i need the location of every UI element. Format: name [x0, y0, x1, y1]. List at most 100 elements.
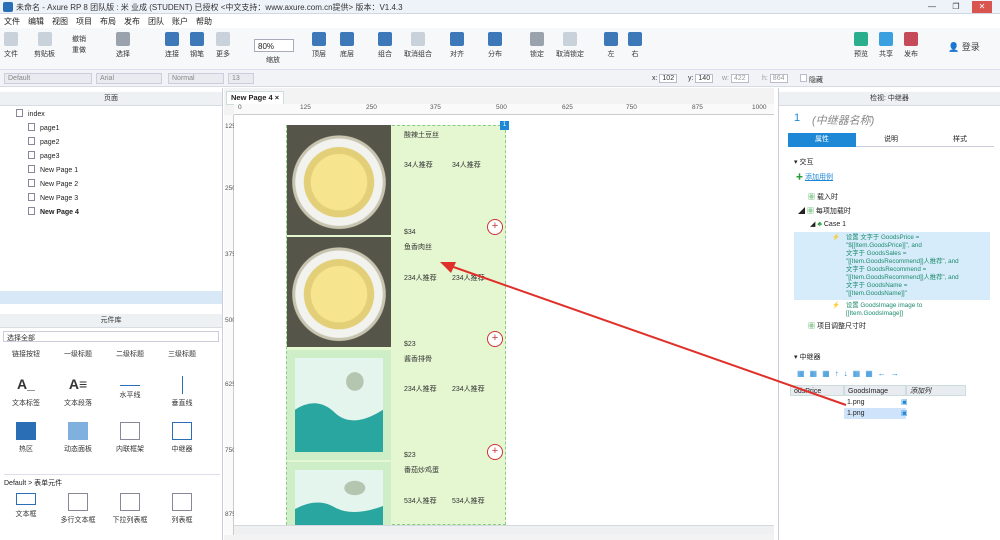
align-button[interactable]: 对齐 — [450, 32, 464, 59]
widget-repeater[interactable]: 中继器 — [158, 422, 206, 454]
data-cell[interactable]: 1.png — [844, 397, 906, 408]
menu-item[interactable]: 布局 — [96, 14, 120, 27]
align-left-button[interactable]: 左 — [604, 32, 618, 59]
minimize-icon[interactable]: — — [922, 1, 942, 13]
widget-dropdown[interactable]: 下拉列表框 — [106, 493, 154, 525]
event-resize[interactable]: ▦ 项目调整尺寸时 — [808, 321, 866, 331]
more-button[interactable]: 更多 — [216, 32, 230, 59]
menu-item[interactable]: 账户 — [168, 14, 192, 27]
widget-link-button[interactable]: 链接按钮 — [2, 349, 50, 359]
menu-item[interactable]: 视图 — [48, 14, 72, 27]
page-item[interactable]: page1 — [28, 123, 59, 132]
publish-button[interactable]: 发布 — [904, 32, 918, 59]
library-filter-select[interactable]: 选择全部 — [3, 331, 219, 342]
goods-image[interactable] — [287, 237, 391, 347]
goods-image[interactable] — [287, 125, 391, 235]
font-select[interactable]: Arial — [96, 73, 162, 84]
align-right-button[interactable]: 右 — [628, 32, 642, 59]
widget-name-field[interactable]: (中继器名称) — [812, 112, 874, 128]
size-select[interactable]: 13 — [228, 73, 254, 84]
widget-textarea[interactable]: 多行文本框 — [54, 493, 102, 525]
add-icon[interactable]: + — [487, 331, 503, 347]
action-set-image[interactable]: 设置 GoodsImage image to — [846, 302, 922, 310]
menu-item[interactable]: 项目 — [72, 14, 96, 27]
widget-inline-frame[interactable]: 内联框架 — [106, 422, 154, 454]
repeater-section[interactable]: ▾ 中继器 — [794, 352, 820, 362]
widget-vline[interactable]: 垂直线 — [158, 376, 206, 408]
group-button[interactable]: 组合 — [378, 32, 392, 59]
column-header[interactable]: GoodsImage — [844, 385, 906, 396]
menu-item[interactable]: 文件 — [0, 14, 24, 27]
add-column-header[interactable]: 添加列 — [906, 385, 966, 396]
interaction-section[interactable]: ▾ 交互 — [794, 157, 813, 167]
widget-text-label[interactable]: A_ 文本标签 — [2, 376, 50, 408]
page-item[interactable]: New Page 2 — [28, 179, 78, 188]
login-button[interactable]: 👤 登录 — [948, 40, 980, 53]
pen-button[interactable]: 钢笔 — [190, 32, 204, 59]
page-item[interactable]: New Page 1 — [28, 165, 78, 174]
goods-image-placeholder[interactable] — [287, 350, 391, 460]
widget-textbox[interactable]: 文本框 — [2, 493, 50, 519]
h-field[interactable]: h: 864 — [762, 74, 788, 83]
event-item-loaded[interactable]: ◢ ▦ 每项加载时 — [798, 206, 851, 216]
widget-h2[interactable]: 二级标题 — [106, 349, 154, 359]
tab-notes[interactable]: 说明 — [857, 133, 925, 147]
page-item[interactable]: page3 — [28, 151, 59, 160]
send-bottom-button[interactable]: 底层 — [340, 32, 354, 59]
horizontal-scrollbar[interactable] — [234, 525, 774, 534]
zoom-select[interactable]: 80% — [254, 39, 294, 52]
event-onload[interactable]: ▦ 载入时 — [808, 192, 838, 202]
menu-item[interactable]: 团队 — [144, 14, 168, 27]
ungroup-button[interactable]: 取消组合 — [404, 32, 432, 59]
menu-item[interactable]: 编辑 — [24, 14, 48, 27]
file-button[interactable]: 文件 — [4, 32, 18, 59]
clipboard-button[interactable]: 剪贴板 — [34, 32, 55, 59]
goods-image-placeholder[interactable] — [287, 462, 391, 530]
hide-checkbox[interactable]: 隐藏 — [800, 74, 823, 85]
add-icon[interactable]: + — [487, 444, 503, 460]
widget-listbox[interactable]: 列表框 — [158, 493, 206, 525]
menu-item[interactable]: 发布 — [120, 14, 144, 27]
weight-select[interactable]: Normal — [168, 73, 224, 84]
redo-button[interactable]: 重做 — [72, 45, 86, 55]
share-button[interactable]: 共享 — [879, 32, 893, 59]
bring-top-button[interactable]: 顶层 — [312, 32, 326, 59]
repeater-tools-icons[interactable]: ▦▦▦↑↓▦▦←→ — [797, 369, 947, 378]
form-widgets-section[interactable]: Default > 表单元件 — [4, 474, 220, 488]
maximize-icon[interactable]: ❐ — [946, 1, 966, 13]
add-icon[interactable]: + — [487, 219, 503, 235]
unlock-button[interactable]: 取消锁定 — [556, 32, 584, 59]
menu-item[interactable]: 帮助 — [192, 14, 216, 27]
page-tree-root[interactable]: index — [16, 109, 45, 118]
widget-hline[interactable]: 水平线 — [106, 376, 154, 400]
x-field[interactable]: x: 102 — [652, 74, 678, 83]
column-header[interactable]: odsPrice — [790, 385, 844, 396]
page-item-selected[interactable]: New Page 4 — [28, 207, 79, 216]
close-icon[interactable]: ✕ — [972, 1, 992, 13]
image-cell-icon[interactable]: ▣ — [898, 408, 908, 419]
page-item[interactable]: New Page 3 — [28, 193, 78, 202]
page-item[interactable]: page2 — [28, 137, 59, 146]
page-tab[interactable]: New Page 4 × — [226, 91, 284, 105]
image-cell-icon[interactable]: ▣ — [898, 397, 908, 408]
w-field[interactable]: w: 422 — [722, 74, 749, 83]
widget-paragraph[interactable]: A≡ 文本段落 — [54, 376, 102, 408]
add-case-link[interactable]: ✚ 添加用例 — [796, 172, 833, 182]
case-1[interactable]: ◢ ♣ Case 1 — [810, 220, 846, 228]
tab-style[interactable]: 样式 — [926, 133, 994, 147]
tab-close-icon[interactable]: × — [275, 93, 279, 102]
widget-h3[interactable]: 三级标题 — [158, 349, 206, 359]
undo-button[interactable]: 撤销 — [72, 34, 86, 44]
data-cell-selected[interactable]: 1.png — [844, 408, 906, 419]
distribute-button[interactable]: 分布 — [488, 32, 502, 59]
preview-button[interactable]: 预览 — [854, 32, 868, 59]
tab-properties[interactable]: 属性 — [788, 133, 856, 147]
style-select[interactable]: Default — [4, 73, 92, 84]
widget-hotspot[interactable]: 热区 — [2, 422, 50, 454]
lock-button[interactable]: 锁定 — [530, 32, 544, 59]
widget-dynamic-panel[interactable]: 动态面板 — [54, 422, 102, 454]
widget-h1[interactable]: 一级标题 — [54, 349, 102, 359]
y-field[interactable]: y: 140 — [688, 74, 714, 83]
select-button[interactable]: 选择 — [116, 32, 130, 59]
connect-button[interactable]: 连接 — [165, 32, 179, 59]
